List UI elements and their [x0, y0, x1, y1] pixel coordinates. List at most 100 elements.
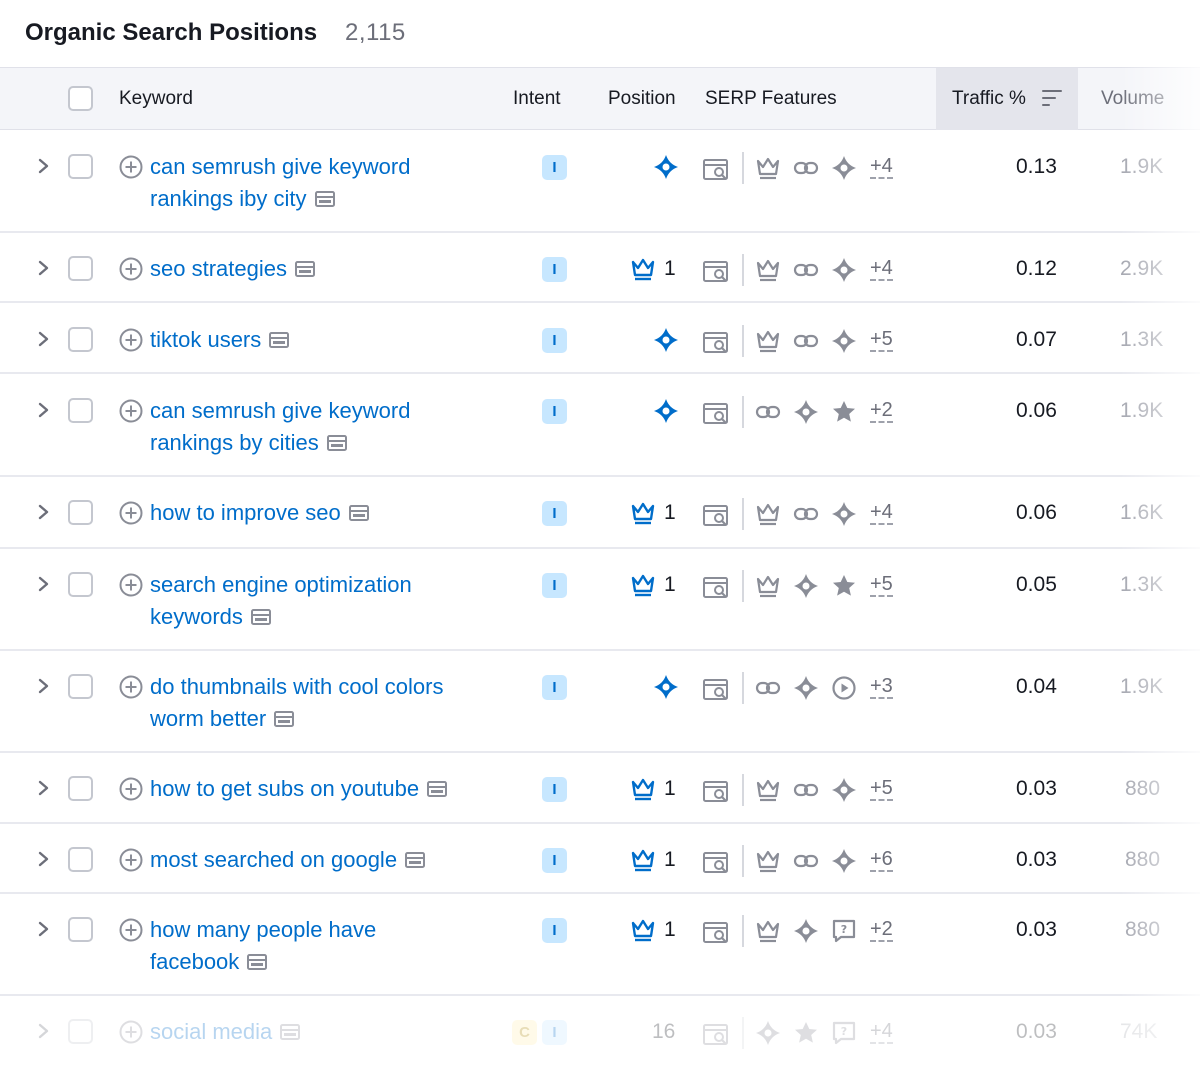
keyword-text-line2[interactable]: facebook: [150, 949, 239, 974]
keyword-text-line2[interactable]: rankings iby city: [150, 186, 307, 211]
serp-snapshot-icon[interactable]: [274, 704, 295, 727]
expand-chevron-icon[interactable]: [37, 158, 51, 174]
row-checkbox[interactable]: [68, 674, 93, 699]
row-checkbox[interactable]: [68, 398, 93, 423]
row-checkbox[interactable]: [68, 327, 93, 352]
serp-view-icon[interactable]: [703, 401, 729, 425]
serp-snapshot-icon[interactable]: [280, 1017, 301, 1040]
col-traffic[interactable]: Traffic %: [952, 88, 1026, 110]
serp-snapshot-icon[interactable]: [269, 325, 290, 348]
serp-view-icon[interactable]: [703, 920, 729, 944]
keyword-link[interactable]: social media: [150, 1016, 490, 1048]
table-row[interactable]: search engine optimization keywords I 1 +5 0.…: [0, 549, 1200, 651]
expand-chevron-icon[interactable]: [37, 402, 51, 418]
expand-chevron-icon[interactable]: [37, 851, 51, 867]
serp-view-icon[interactable]: [703, 677, 729, 701]
table-row[interactable]: how many people have facebook I 1? +2 0.03 880: [0, 894, 1200, 996]
keyword-link[interactable]: tiktok users: [150, 324, 490, 356]
keyword-link[interactable]: search engine optimization keywords: [150, 569, 490, 633]
more-features-link[interactable]: +3: [870, 675, 893, 699]
keyword-text[interactable]: do thumbnails with cool colors: [150, 674, 443, 699]
table-row[interactable]: how to get subs on youtube I 1 +5 0.03 880: [0, 753, 1200, 824]
more-features-link[interactable]: +4: [870, 155, 893, 179]
expand-chevron-icon[interactable]: [37, 504, 51, 520]
expand-chevron-icon[interactable]: [37, 780, 51, 796]
keyword-text-line2[interactable]: worm better: [150, 706, 266, 731]
row-checkbox[interactable]: [68, 847, 93, 872]
row-checkbox[interactable]: [68, 917, 93, 942]
add-keyword-icon[interactable]: [119, 399, 143, 423]
serp-view-icon[interactable]: [703, 1022, 729, 1046]
keyword-text[interactable]: how to get subs on youtube: [150, 776, 419, 801]
keyword-link[interactable]: most searched on google: [150, 844, 490, 876]
add-keyword-icon[interactable]: [119, 328, 143, 352]
keyword-text[interactable]: how to improve seo: [150, 500, 341, 525]
more-features-link[interactable]: +5: [870, 573, 893, 597]
row-checkbox[interactable]: [68, 572, 93, 597]
col-intent[interactable]: Intent: [513, 88, 561, 110]
keyword-link[interactable]: can semrush give keyword rankings by citi…: [150, 395, 490, 459]
more-features-link[interactable]: +2: [870, 918, 893, 942]
table-row[interactable]: social media C I 16? +4 0.03 74K: [0, 996, 1200, 1066]
serp-view-icon[interactable]: [703, 575, 729, 599]
row-checkbox[interactable]: [68, 776, 93, 801]
serp-snapshot-icon[interactable]: [427, 774, 448, 797]
serp-view-icon[interactable]: [703, 157, 729, 181]
keyword-link[interactable]: do thumbnails with cool colors worm bette…: [150, 671, 490, 735]
keyword-text[interactable]: seo strategies: [150, 256, 287, 281]
expand-chevron-icon[interactable]: [37, 331, 51, 347]
more-features-link[interactable]: +4: [870, 501, 893, 525]
serp-snapshot-icon[interactable]: [326, 428, 347, 451]
keyword-text[interactable]: tiktok users: [150, 327, 261, 352]
table-row[interactable]: seo strategies I 1 +4 0.12 2.9K: [0, 233, 1200, 303]
expand-chevron-icon[interactable]: [37, 576, 51, 592]
more-features-link[interactable]: +6: [870, 848, 893, 872]
serp-view-icon[interactable]: [703, 779, 729, 803]
table-row[interactable]: can semrush give keyword rankings iby cit…: [0, 131, 1200, 233]
serp-view-icon[interactable]: [703, 503, 729, 527]
serp-snapshot-icon[interactable]: [314, 184, 335, 207]
expand-chevron-icon[interactable]: [37, 921, 51, 937]
more-features-link[interactable]: +5: [870, 777, 893, 801]
add-keyword-icon[interactable]: [119, 848, 143, 872]
keyword-text[interactable]: most searched on google: [150, 847, 397, 872]
serp-snapshot-icon[interactable]: [247, 947, 268, 970]
add-keyword-icon[interactable]: [119, 501, 143, 525]
keyword-text[interactable]: search engine optimization: [150, 572, 412, 597]
keyword-text[interactable]: can semrush give keyword: [150, 154, 410, 179]
add-keyword-icon[interactable]: [119, 573, 143, 597]
add-keyword-icon[interactable]: [119, 675, 143, 699]
col-serp-features[interactable]: SERP Features: [705, 88, 837, 110]
add-keyword-icon[interactable]: [119, 1020, 143, 1044]
more-features-link[interactable]: +4: [870, 257, 893, 281]
table-row[interactable]: most searched on google I 1 +6 0.03 880: [0, 824, 1200, 894]
serp-snapshot-icon[interactable]: [250, 602, 271, 625]
expand-chevron-icon[interactable]: [37, 678, 51, 694]
row-checkbox[interactable]: [68, 154, 93, 179]
keyword-text[interactable]: how many people have: [150, 917, 376, 942]
more-features-link[interactable]: +5: [870, 328, 893, 352]
more-features-link[interactable]: +4: [870, 1020, 893, 1044]
row-checkbox[interactable]: [68, 1019, 93, 1044]
keyword-text[interactable]: can semrush give keyword: [150, 398, 410, 423]
expand-chevron-icon[interactable]: [37, 1023, 51, 1039]
more-features-link[interactable]: +2: [870, 399, 893, 423]
col-keyword[interactable]: Keyword: [119, 88, 193, 110]
keyword-link[interactable]: can semrush give keyword rankings iby cit…: [150, 151, 490, 215]
expand-chevron-icon[interactable]: [37, 260, 51, 276]
add-keyword-icon[interactable]: [119, 777, 143, 801]
serp-snapshot-icon[interactable]: [294, 254, 315, 277]
serp-snapshot-icon[interactable]: [405, 845, 426, 868]
col-position[interactable]: Position: [608, 88, 676, 110]
serp-view-icon[interactable]: [703, 850, 729, 874]
select-all-checkbox[interactable]: [68, 86, 93, 111]
table-row[interactable]: do thumbnails with cool colors worm bette…: [0, 651, 1200, 753]
table-row[interactable]: can semrush give keyword rankings by citi…: [0, 375, 1200, 477]
keyword-link[interactable]: how to get subs on youtube: [150, 773, 490, 805]
table-row[interactable]: tiktok users I +5 0.07 1.3K: [0, 304, 1200, 374]
serp-snapshot-icon[interactable]: [348, 498, 369, 521]
table-row[interactable]: how to improve seo I 1 +4 0.06 1.6K: [0, 477, 1200, 549]
keyword-text[interactable]: social media: [150, 1019, 272, 1044]
add-keyword-icon[interactable]: [119, 257, 143, 281]
keyword-link[interactable]: how many people have facebook: [150, 914, 490, 978]
